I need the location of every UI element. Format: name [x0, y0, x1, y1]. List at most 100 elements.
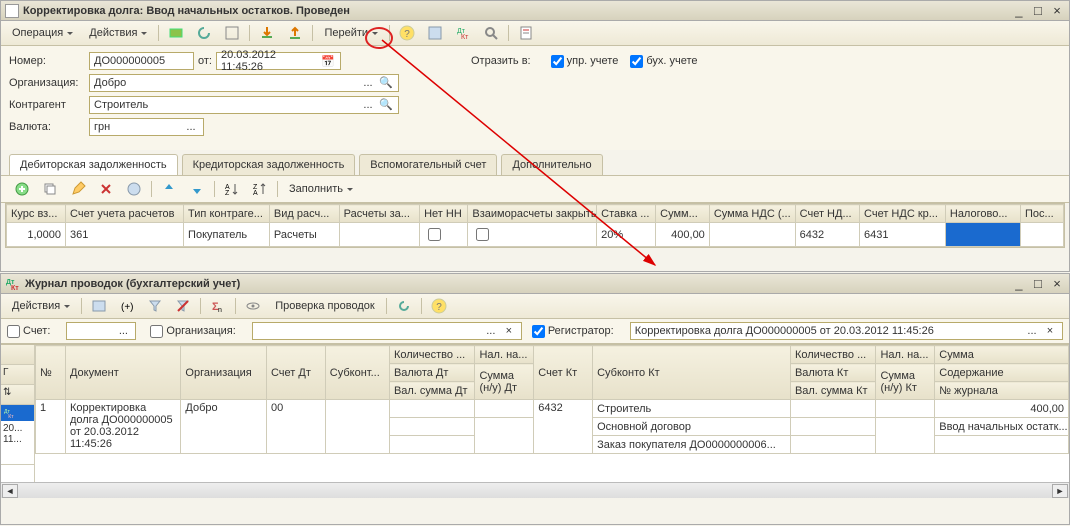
col-tax2[interactable]: Нал. на... — [876, 346, 935, 364]
select-icon[interactable]: ... — [183, 119, 199, 135]
account-filter-field[interactable]: ... — [66, 322, 136, 340]
cell-sumnu[interactable] — [475, 418, 534, 454]
col-calc2[interactable]: Расчеты за... — [339, 205, 419, 223]
cell-doc[interactable]: Корректировка долга ДО000000005 от 20.03… — [65, 400, 180, 454]
minimize-button[interactable]: _ — [1011, 3, 1027, 18]
col-sum[interactable]: Сумма — [935, 346, 1069, 364]
filter-org[interactable]: Организация: — [150, 325, 235, 338]
org-filter-field[interactable]: ...× — [252, 322, 522, 340]
cell-qty[interactable] — [389, 400, 475, 418]
unload-button[interactable] — [282, 23, 308, 43]
col-valsumkt[interactable]: Вал. сумма Кт — [790, 382, 876, 400]
org-field[interactable]: Добро...🔍 — [89, 74, 399, 92]
col-acctndkr[interactable]: Счет НДС кр... — [860, 205, 946, 223]
close-button[interactable]: × — [1049, 3, 1065, 18]
refresh-button[interactable] — [191, 23, 217, 43]
cell-acctndkr[interactable]: 6431 — [860, 223, 946, 247]
cell-valsum[interactable] — [389, 436, 475, 454]
cell-sumnukt[interactable] — [876, 418, 935, 454]
goto-menu[interactable]: Перейти — [317, 23, 385, 43]
col-type[interactable]: Тип контраге... — [184, 205, 270, 223]
actions-menu[interactable]: Действия — [5, 296, 77, 316]
select-icon[interactable]: ... — [483, 323, 499, 339]
cell-subkt2[interactable]: Основной договор — [593, 418, 791, 436]
post-button[interactable] — [163, 23, 189, 43]
cell-nn[interactable] — [420, 223, 468, 247]
check-entries-button[interactable]: Проверка проводок — [268, 296, 381, 316]
cell-vat[interactable] — [709, 223, 795, 247]
cell-valkt[interactable] — [790, 418, 876, 436]
select-icon[interactable]: ... — [360, 75, 376, 91]
copy-button[interactable] — [37, 179, 63, 199]
refresh-button[interactable] — [391, 296, 417, 316]
cell-account[interactable]: 361 — [66, 223, 184, 247]
cell-journal[interactable] — [935, 436, 1069, 454]
search-button[interactable] — [478, 23, 504, 43]
cell-subkt1[interactable]: Строитель — [593, 400, 791, 418]
col-content[interactable]: Содержание — [935, 364, 1069, 382]
table-row[interactable]: 1,0000 361 Покупатель Расчеты 20% 400,00… — [7, 223, 1064, 247]
cell-kt[interactable]: 6432 — [534, 400, 593, 454]
calendar-icon[interactable]: 📅 — [320, 53, 336, 69]
cell-content[interactable]: Ввод начальных остатк... — [935, 418, 1069, 436]
maximize-button[interactable]: □ — [1030, 276, 1046, 291]
date-field[interactable]: 20.03.2012 11:45:26📅 — [216, 52, 341, 70]
col-qty2[interactable]: Количество ... — [790, 346, 876, 364]
tab-creditor[interactable]: Кредиторская задолженность — [182, 154, 356, 175]
col-calc[interactable]: Вид расч... — [269, 205, 339, 223]
fill-menu[interactable]: Заполнить — [282, 179, 360, 199]
close-button[interactable]: × — [1049, 276, 1065, 291]
col-tax[interactable]: Нал. на... — [475, 346, 534, 364]
check-bukh[interactable]: бух. учете — [630, 55, 697, 68]
lookup-icon[interactable]: 🔍 — [378, 75, 394, 91]
col-nn[interactable]: Нет НН — [420, 205, 468, 223]
sort-desc-button[interactable]: ZA — [247, 179, 273, 199]
lookup-icon[interactable]: 🔍 — [378, 97, 394, 113]
col-subdt[interactable]: Субконт... — [325, 346, 389, 400]
currency-field[interactable]: грн... — [89, 118, 204, 136]
maximize-button[interactable]: □ — [1030, 3, 1046, 18]
minimize-button[interactable]: _ — [1011, 276, 1027, 291]
cell-sum[interactable]: 400,00 — [656, 223, 710, 247]
col-kt[interactable]: Счет Кт — [534, 346, 593, 400]
dtkt-button[interactable]: ДтКт — [450, 23, 476, 43]
eye-button[interactable] — [240, 296, 266, 316]
cell-tax-selected[interactable] — [945, 223, 1020, 247]
col-n[interactable]: № — [36, 346, 66, 400]
col-account[interactable]: Счет учета расчетов — [66, 205, 184, 223]
cell-qty2[interactable] — [790, 400, 876, 418]
cell-valdt[interactable] — [389, 418, 475, 436]
col-tax[interactable]: Налогово... — [945, 205, 1020, 223]
registrator-field[interactable]: Корректировка долга ДО000000005 от 20.03… — [630, 322, 1063, 340]
contractor-field[interactable]: Строитель...🔍 — [89, 96, 399, 114]
check-upr[interactable]: упр. учете — [551, 55, 619, 68]
quickfilter-button[interactable] — [142, 296, 168, 316]
col-journal[interactable]: № журнала — [935, 382, 1069, 400]
move-down-button[interactable] — [184, 179, 210, 199]
cell-calc[interactable]: Расчеты — [269, 223, 339, 247]
col-vat[interactable]: Сумма НДС (... — [709, 205, 795, 223]
col-subkt[interactable]: Субконто Кт — [593, 346, 791, 400]
sort-asc-button[interactable]: AZ — [219, 179, 245, 199]
col-sumnu[interactable]: Сумма (н/у) Дт — [475, 364, 534, 400]
cell-valsumkt[interactable] — [790, 436, 876, 454]
cell-tax2[interactable] — [876, 400, 935, 418]
col-rate[interactable]: Ставка ... — [597, 205, 656, 223]
tab-aux[interactable]: Вспомогательный счет — [359, 154, 497, 175]
add-button[interactable] — [9, 179, 35, 199]
cell-sum[interactable]: 400,00 — [935, 400, 1069, 418]
load-button[interactable] — [254, 23, 280, 43]
col-valkt[interactable]: Валюта Кт — [790, 364, 876, 382]
cell-pos[interactable] — [1020, 223, 1063, 247]
edit-button[interactable] — [65, 179, 91, 199]
actions-menu[interactable]: Действия — [82, 23, 154, 43]
help-button[interactable]: ? — [426, 296, 452, 316]
col-org[interactable]: Организация — [181, 346, 267, 400]
scroll-left-icon[interactable]: ◄ — [2, 484, 18, 498]
scrollbar-horizontal[interactable]: ◄ ► — [1, 482, 1069, 498]
col-doc[interactable]: Документ — [65, 346, 180, 400]
cell-org[interactable]: Добро — [181, 400, 267, 454]
filter-button[interactable]: (+) — [114, 296, 140, 316]
col-dt[interactable]: Счет Дт — [266, 346, 325, 400]
select-icon[interactable]: ... — [115, 323, 131, 339]
